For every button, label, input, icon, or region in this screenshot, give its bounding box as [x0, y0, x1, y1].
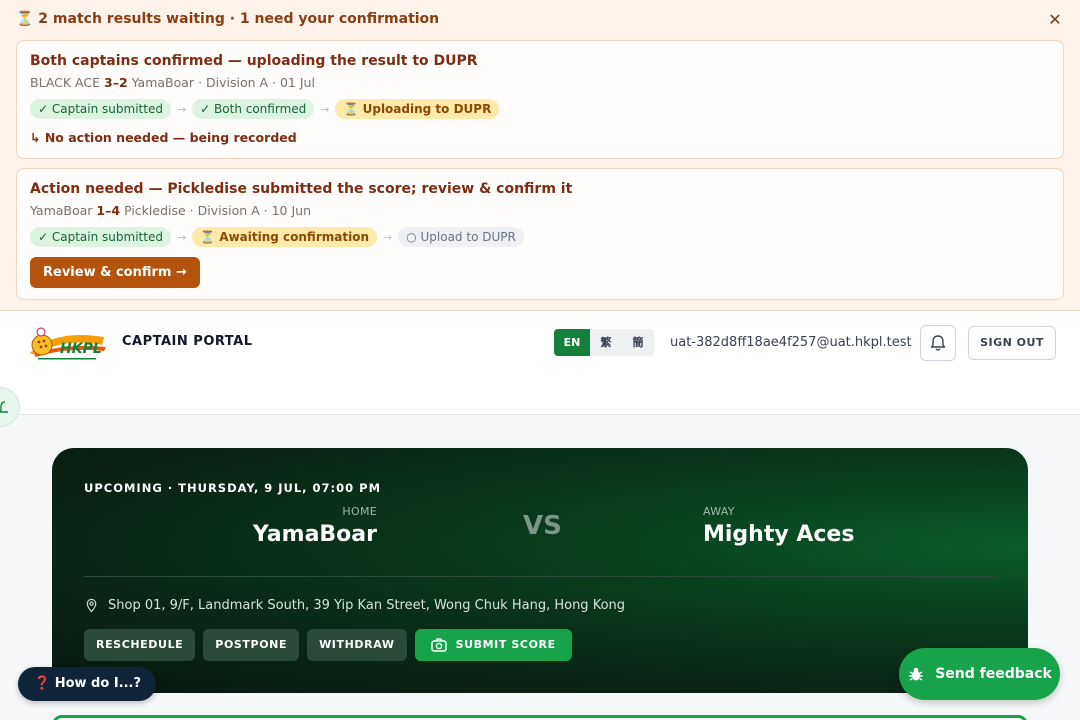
- no-action-note: ↳ No action needed — being recorded: [30, 130, 297, 145]
- home-team: BLACK ACE: [30, 75, 101, 90]
- away-label: AWAY: [703, 505, 735, 518]
- home-team-block: HOME YamaBoar: [253, 505, 377, 547]
- away-team-name: Mighty Aces: [703, 522, 855, 547]
- camera-icon: [430, 638, 447, 652]
- send-feedback-button[interactable]: Send feedback: [899, 648, 1060, 700]
- step-both-confirmed: ✓ Both confirmed: [192, 99, 315, 119]
- home-team: YamaBoar: [30, 203, 93, 218]
- send-feedback-label: Send feedback: [935, 666, 1052, 682]
- help-button[interactable]: ❓ How do I...?: [18, 667, 157, 701]
- lang-simplified-chinese[interactable]: 簡: [622, 329, 654, 356]
- logo-text: HKPL: [60, 341, 102, 357]
- hkpl-logo[interactable]: HKPL: [24, 323, 110, 363]
- submit-score-label: SUBMIT SCORE: [455, 638, 556, 651]
- review-confirm-button[interactable]: Review & confirm →: [30, 257, 200, 288]
- away-team: YamaBoar: [131, 75, 195, 90]
- match-actions: RESCHEDULE POSTPONE WITHDRAW SUBMIT SCOR…: [84, 629, 572, 661]
- match-status: UPCOMING · THURSDAY, 9 JUL, 07:00 PM: [84, 481, 382, 495]
- postpone-button[interactable]: POSTPONE: [203, 629, 300, 661]
- notifications-button[interactable]: [920, 325, 956, 361]
- step-awaiting-confirmation: ⏳ Awaiting confirmation: [192, 227, 377, 247]
- match-score: 1–4: [96, 203, 121, 218]
- match-meta: YamaBoar 1–4 Pickledise · Division A · 1…: [30, 203, 311, 218]
- venue-address: Shop 01, 9/F, Landmark South, 39 Yip Kan…: [108, 598, 626, 613]
- language-switcher: EN 繁 簡: [554, 329, 654, 356]
- result-card-action-needed: Action needed — Pickledise submitted the…: [16, 168, 1064, 300]
- location-pin-icon: [86, 598, 97, 613]
- home-label: HOME: [342, 505, 377, 518]
- portal-header: HKPL CAPTAIN PORTAL EN 繁 簡 uat-382d8ff18…: [0, 311, 1080, 427]
- arrow-icon: →: [176, 102, 187, 116]
- upcoming-match-card: UPCOMING · THURSDAY, 9 JUL, 07:00 PM HOM…: [52, 448, 1028, 693]
- step-captain-submitted: ✓ Captain submitted: [30, 227, 171, 247]
- result-card-uploading: Both captains confirmed — uploading the …: [16, 40, 1064, 159]
- lang-traditional-chinese[interactable]: 繁: [590, 329, 622, 356]
- sign-out-button[interactable]: SIGN OUT: [968, 326, 1056, 360]
- step-uploading-dupr: ⏳ Uploading to DUPR: [335, 99, 500, 119]
- card-title: Action needed — Pickledise submitted the…: [30, 181, 573, 197]
- banner-heading: ⏳ 2 match results waiting · 1 need your …: [16, 11, 440, 27]
- home-team-name: YamaBoar: [252, 522, 377, 547]
- close-icon[interactable]: ✕: [1046, 10, 1064, 30]
- divider: [84, 576, 996, 577]
- arrow-icon: →: [383, 230, 393, 244]
- step-upload-dupr: ○ Upload to DUPR: [398, 227, 524, 247]
- step-captain-submitted: ✓ Captain submitted: [30, 99, 171, 119]
- bell-icon: [930, 335, 946, 351]
- bell-icon: [0, 401, 8, 413]
- away-team: Pickledise: [124, 203, 186, 218]
- lang-en[interactable]: EN: [554, 329, 590, 356]
- withdraw-button[interactable]: WITHDRAW: [307, 629, 407, 661]
- progress-steps: ✓ Captain submitted → ⏳ Awaiting confirm…: [30, 227, 524, 247]
- match-details: · Division A · 01 Jul: [198, 75, 315, 90]
- card-title: Both captains confirmed — uploading the …: [30, 53, 478, 69]
- user-email: uat-382d8ff18ae4f257@uat.hkpl.test: [670, 335, 912, 350]
- arrow-icon: →: [320, 102, 330, 116]
- progress-steps: ✓ Captain submitted → ✓ Both confirmed →…: [30, 99, 500, 119]
- side-drawer-toggle[interactable]: [0, 387, 20, 427]
- match-details: · Division A · 10 Jun: [189, 203, 311, 218]
- venue-row: Shop 01, 9/F, Landmark South, 39 Yip Kan…: [84, 598, 625, 613]
- next-section-card: [52, 715, 1028, 720]
- match-meta: BLACK ACE 3–2 YamaBoar · Division A · 01…: [30, 75, 315, 90]
- match-score: 3–2: [104, 75, 128, 90]
- portal-title: CAPTAIN PORTAL: [122, 334, 253, 349]
- pending-results-banner: ⏳ 2 match results waiting · 1 need your …: [0, 0, 1080, 311]
- arrow-icon: →: [176, 230, 187, 244]
- bug-icon: [909, 667, 923, 681]
- reschedule-button[interactable]: RESCHEDULE: [84, 629, 196, 661]
- versus-label: VS: [523, 511, 562, 541]
- submit-score-button[interactable]: SUBMIT SCORE: [414, 629, 572, 661]
- away-team-block: AWAY Mighty Aces: [703, 505, 854, 547]
